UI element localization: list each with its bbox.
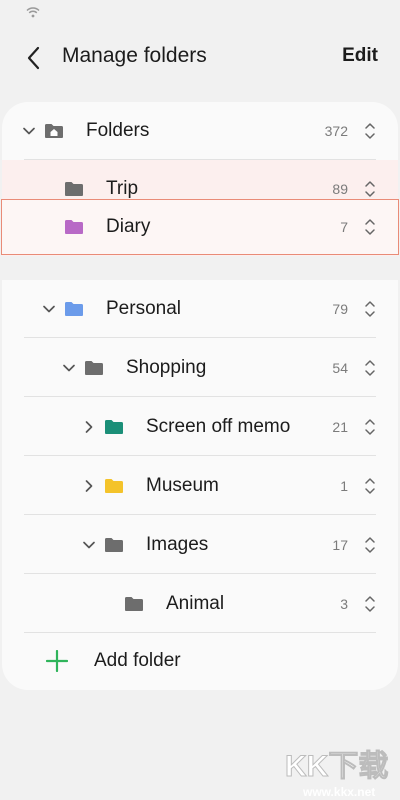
add-folder-button[interactable]: Add folder bbox=[2, 632, 398, 690]
folder-count: 372 bbox=[324, 123, 348, 139]
folder-count: 1 bbox=[340, 478, 348, 494]
row-divider bbox=[24, 455, 376, 456]
folder-name: Personal bbox=[106, 298, 181, 319]
reorder-handle-icon[interactable] bbox=[364, 300, 376, 318]
status-bar bbox=[0, 0, 400, 26]
add-folder-label: Add folder bbox=[94, 650, 181, 671]
row-divider bbox=[24, 337, 376, 338]
reorder-handle-icon[interactable] bbox=[364, 218, 376, 236]
watermark-url: www.kkx.net bbox=[302, 785, 375, 799]
folder-name: Screen off memo bbox=[146, 416, 291, 437]
chevron-down-icon[interactable] bbox=[22, 124, 36, 138]
drag-gap bbox=[2, 256, 398, 280]
chevron-down-icon[interactable] bbox=[62, 361, 76, 375]
reorder-handle-icon[interactable] bbox=[364, 477, 376, 495]
folder-icon bbox=[104, 478, 124, 494]
edit-button[interactable]: Edit bbox=[342, 45, 378, 67]
folder-count: 3 bbox=[340, 596, 348, 612]
folder-item-animal[interactable]: Animal 3 bbox=[2, 575, 398, 633]
reorder-handle-icon[interactable] bbox=[364, 122, 376, 140]
chevron-right-icon[interactable] bbox=[82, 479, 96, 493]
plus-icon bbox=[46, 650, 68, 672]
page-title: Manage folders bbox=[62, 44, 207, 67]
folder-icon bbox=[104, 537, 124, 553]
folder-item-shopping[interactable]: Shopping 54 bbox=[2, 339, 398, 397]
row-divider bbox=[24, 514, 376, 515]
watermark-brand: KK下载 bbox=[285, 750, 388, 783]
folder-count: 54 bbox=[332, 360, 348, 376]
folder-name: Diary bbox=[106, 216, 151, 237]
folder-item-images[interactable]: Images 17 bbox=[2, 516, 398, 574]
folder-count: 7 bbox=[340, 219, 348, 235]
folder-name: Trip bbox=[106, 178, 139, 199]
row-divider bbox=[24, 573, 376, 574]
reorder-handle-icon[interactable] bbox=[364, 359, 376, 377]
chevron-down-icon[interactable] bbox=[82, 538, 96, 552]
folder-item-museum[interactable]: Museum 1 bbox=[2, 457, 398, 515]
row-divider bbox=[24, 396, 376, 397]
folder-icon bbox=[124, 596, 144, 612]
reorder-handle-icon[interactable] bbox=[364, 418, 376, 436]
reorder-handle-icon[interactable] bbox=[364, 536, 376, 554]
dragged-folder-item[interactable]: Diary 7 bbox=[1, 199, 399, 255]
folder-item-folders[interactable]: Folders 372 bbox=[2, 102, 398, 160]
folder-list-card: Folders 372 Trip 89 Diary 7 Personal 79 Shopping… bbox=[2, 102, 398, 690]
folder-icon bbox=[104, 419, 124, 435]
folder-count: 21 bbox=[332, 419, 348, 435]
folder-item-personal[interactable]: Personal 79 bbox=[2, 280, 398, 338]
kk-watermark-logo: KK下载 www.kkx.net bbox=[285, 750, 389, 800]
folder-count: 17 bbox=[332, 537, 348, 553]
home-folder-icon bbox=[44, 123, 64, 139]
folder-name: Shopping bbox=[126, 357, 207, 378]
chevron-right-icon[interactable] bbox=[82, 420, 96, 434]
back-arrow-icon[interactable] bbox=[22, 45, 46, 71]
folder-icon bbox=[84, 360, 104, 376]
folder-count: 89 bbox=[332, 181, 348, 197]
folder-icon bbox=[64, 219, 84, 235]
folder-name: Museum bbox=[146, 475, 219, 496]
folder-icon bbox=[64, 301, 84, 317]
folder-name: Animal bbox=[166, 593, 225, 614]
wifi-icon bbox=[26, 7, 40, 18]
reorder-handle-icon[interactable] bbox=[364, 595, 376, 613]
chevron-down-icon[interactable] bbox=[42, 302, 56, 316]
folder-count: 79 bbox=[332, 301, 348, 317]
folder-icon bbox=[64, 181, 84, 197]
app-header: Manage folders Edit bbox=[0, 34, 400, 82]
folder-name: Images bbox=[146, 534, 209, 555]
folder-name: Folders bbox=[86, 120, 150, 141]
reorder-handle-icon[interactable] bbox=[364, 180, 376, 198]
folder-item-screen-off-memo[interactable]: Screen off memo 21 bbox=[2, 398, 398, 456]
